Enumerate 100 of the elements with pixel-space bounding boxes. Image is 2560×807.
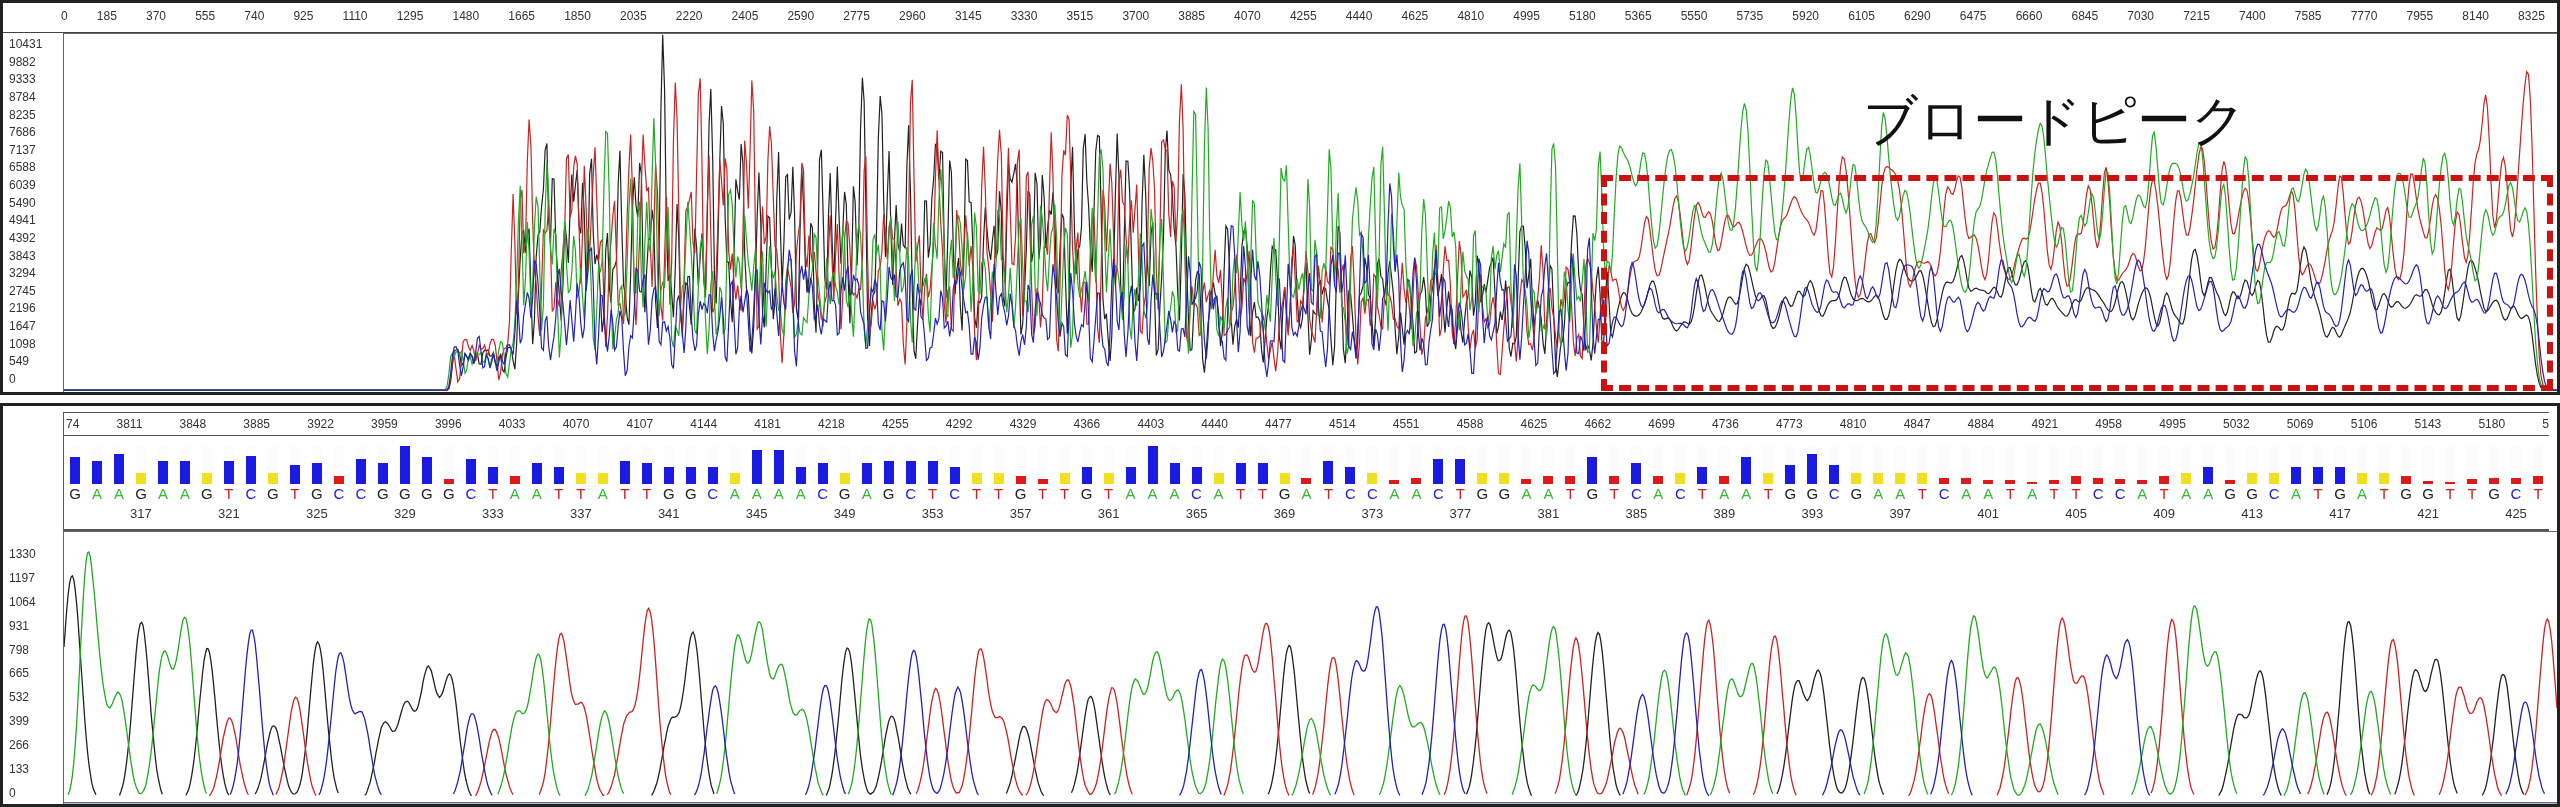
axis-label: 2035	[619, 9, 647, 25]
axis-label: 6660	[2015, 9, 2043, 25]
base-letter: T	[553, 484, 565, 504]
axis-label: 555	[195, 9, 216, 25]
axis-label: 133	[9, 762, 31, 776]
axis-label: 2196	[9, 301, 37, 316]
axis-label: 2960	[899, 9, 926, 25]
axis-label: 4588	[1456, 417, 1484, 431]
base-letter: G	[134, 484, 148, 504]
axis-label: 10431	[9, 37, 44, 51]
base-letter: C	[1827, 484, 1841, 504]
axis-label: 1110	[342, 9, 368, 25]
base-letter: A	[1960, 484, 1973, 504]
axis-label: 266	[9, 738, 31, 753]
axis-label: 8235	[9, 107, 37, 122]
axis-label: 6475	[1959, 9, 1987, 25]
axis-label: 4440	[1201, 417, 1228, 431]
axis-label: 6039	[9, 178, 37, 192]
base-letter: A	[530, 484, 543, 504]
axis-label: 3959	[371, 417, 398, 431]
base-letter: A	[728, 484, 741, 504]
base-letter: T	[575, 484, 587, 504]
axis-label: 3145	[954, 9, 982, 25]
axis-label: 9333	[9, 72, 37, 87]
axis-label: 3996	[434, 417, 462, 431]
axis-label: 4292	[945, 417, 973, 431]
base-letter: G	[1805, 484, 1820, 504]
axis-label: 370	[145, 9, 166, 25]
base-letter: G	[420, 484, 434, 504]
axis-label: 6105	[1848, 9, 1875, 25]
axis-label: 2745	[9, 283, 37, 298]
base-letter: C	[2267, 484, 2281, 504]
axis-label: 4662	[1584, 417, 1612, 431]
base-letter: A	[1718, 484, 1731, 504]
base-letter: T	[2158, 484, 2170, 504]
axis-label: 4392	[9, 230, 37, 245]
axis-label: 5365	[1624, 9, 1652, 25]
base-letter: A	[90, 484, 103, 504]
axis-label: 2405	[731, 9, 759, 25]
position-label: 393	[1801, 506, 1824, 521]
position-label: 409	[2153, 506, 2175, 521]
base-letter: T	[2048, 484, 2060, 504]
base-letter: A	[2026, 484, 2039, 504]
position-label: 385	[1625, 506, 1648, 521]
base-letter: T	[927, 484, 939, 504]
axis-label: 3700	[1122, 9, 1150, 25]
axis-label: 5735	[1736, 9, 1764, 25]
base-letter: A	[2356, 484, 2369, 504]
position-label: 341	[657, 506, 680, 521]
axis-label: 4736	[1712, 417, 1739, 431]
base-letter: G	[376, 484, 390, 504]
axis-label: 1295	[396, 9, 424, 25]
position-label: 413	[2241, 506, 2263, 521]
axis-label: 4810	[1457, 9, 1485, 25]
base-letter: C	[948, 484, 962, 504]
axis-label: 3330	[1010, 9, 1038, 25]
axis-label: 0	[9, 371, 17, 386]
axis-label: 5550	[1680, 9, 1708, 25]
base-letter: A	[1300, 484, 1313, 504]
base-letter: T	[1256, 484, 1269, 504]
axis-label: 6588	[9, 160, 37, 175]
axis-label: 2590	[787, 9, 815, 25]
position-label: 377	[1449, 506, 1472, 521]
base-letter: A	[112, 484, 125, 504]
axis-label: 3848	[179, 417, 207, 431]
base-letter: G	[2223, 484, 2237, 504]
axis-label: 5180	[1569, 9, 1596, 25]
position-label: 425	[2505, 506, 2527, 521]
base-letter: G	[200, 484, 214, 504]
base-letter: A	[1388, 484, 1401, 504]
axis-label: 5180	[2478, 417, 2506, 431]
base-letter: A	[2136, 484, 2149, 504]
base-letter: A	[1894, 484, 1907, 504]
axis-label: 1850	[564, 9, 591, 25]
base-letter: A	[860, 484, 873, 504]
axis-label: 5106	[2350, 417, 2378, 431]
base-letter: A	[1212, 484, 1225, 504]
position-label: 369	[1273, 506, 1296, 521]
base-letter: G	[1849, 484, 1864, 504]
base-letter: C	[1629, 484, 1643, 504]
base-letter: A	[178, 484, 191, 504]
base-letter: A	[750, 484, 763, 504]
base-letter: G	[310, 484, 324, 504]
axis-label: 798	[9, 642, 31, 657]
position-label: 381	[1537, 506, 1560, 521]
position-label: 325	[306, 506, 328, 521]
axis-label: 1330	[9, 547, 37, 561]
base-letter: G	[881, 484, 896, 504]
axis-label: 3885	[243, 417, 271, 431]
axis-label: 0	[61, 9, 68, 25]
base-letter: A	[508, 484, 521, 504]
axis-label: 3885	[1178, 9, 1205, 25]
base-letter: G	[683, 484, 698, 504]
axis-label: 4625	[1520, 417, 1548, 431]
axis-label: 4218	[818, 417, 845, 431]
axis-label: 4958	[2095, 417, 2122, 431]
base-letter: G	[661, 484, 676, 504]
axis-label: 532	[9, 690, 31, 705]
base-letter: G	[1497, 484, 1512, 504]
base-letter: C	[354, 484, 368, 504]
